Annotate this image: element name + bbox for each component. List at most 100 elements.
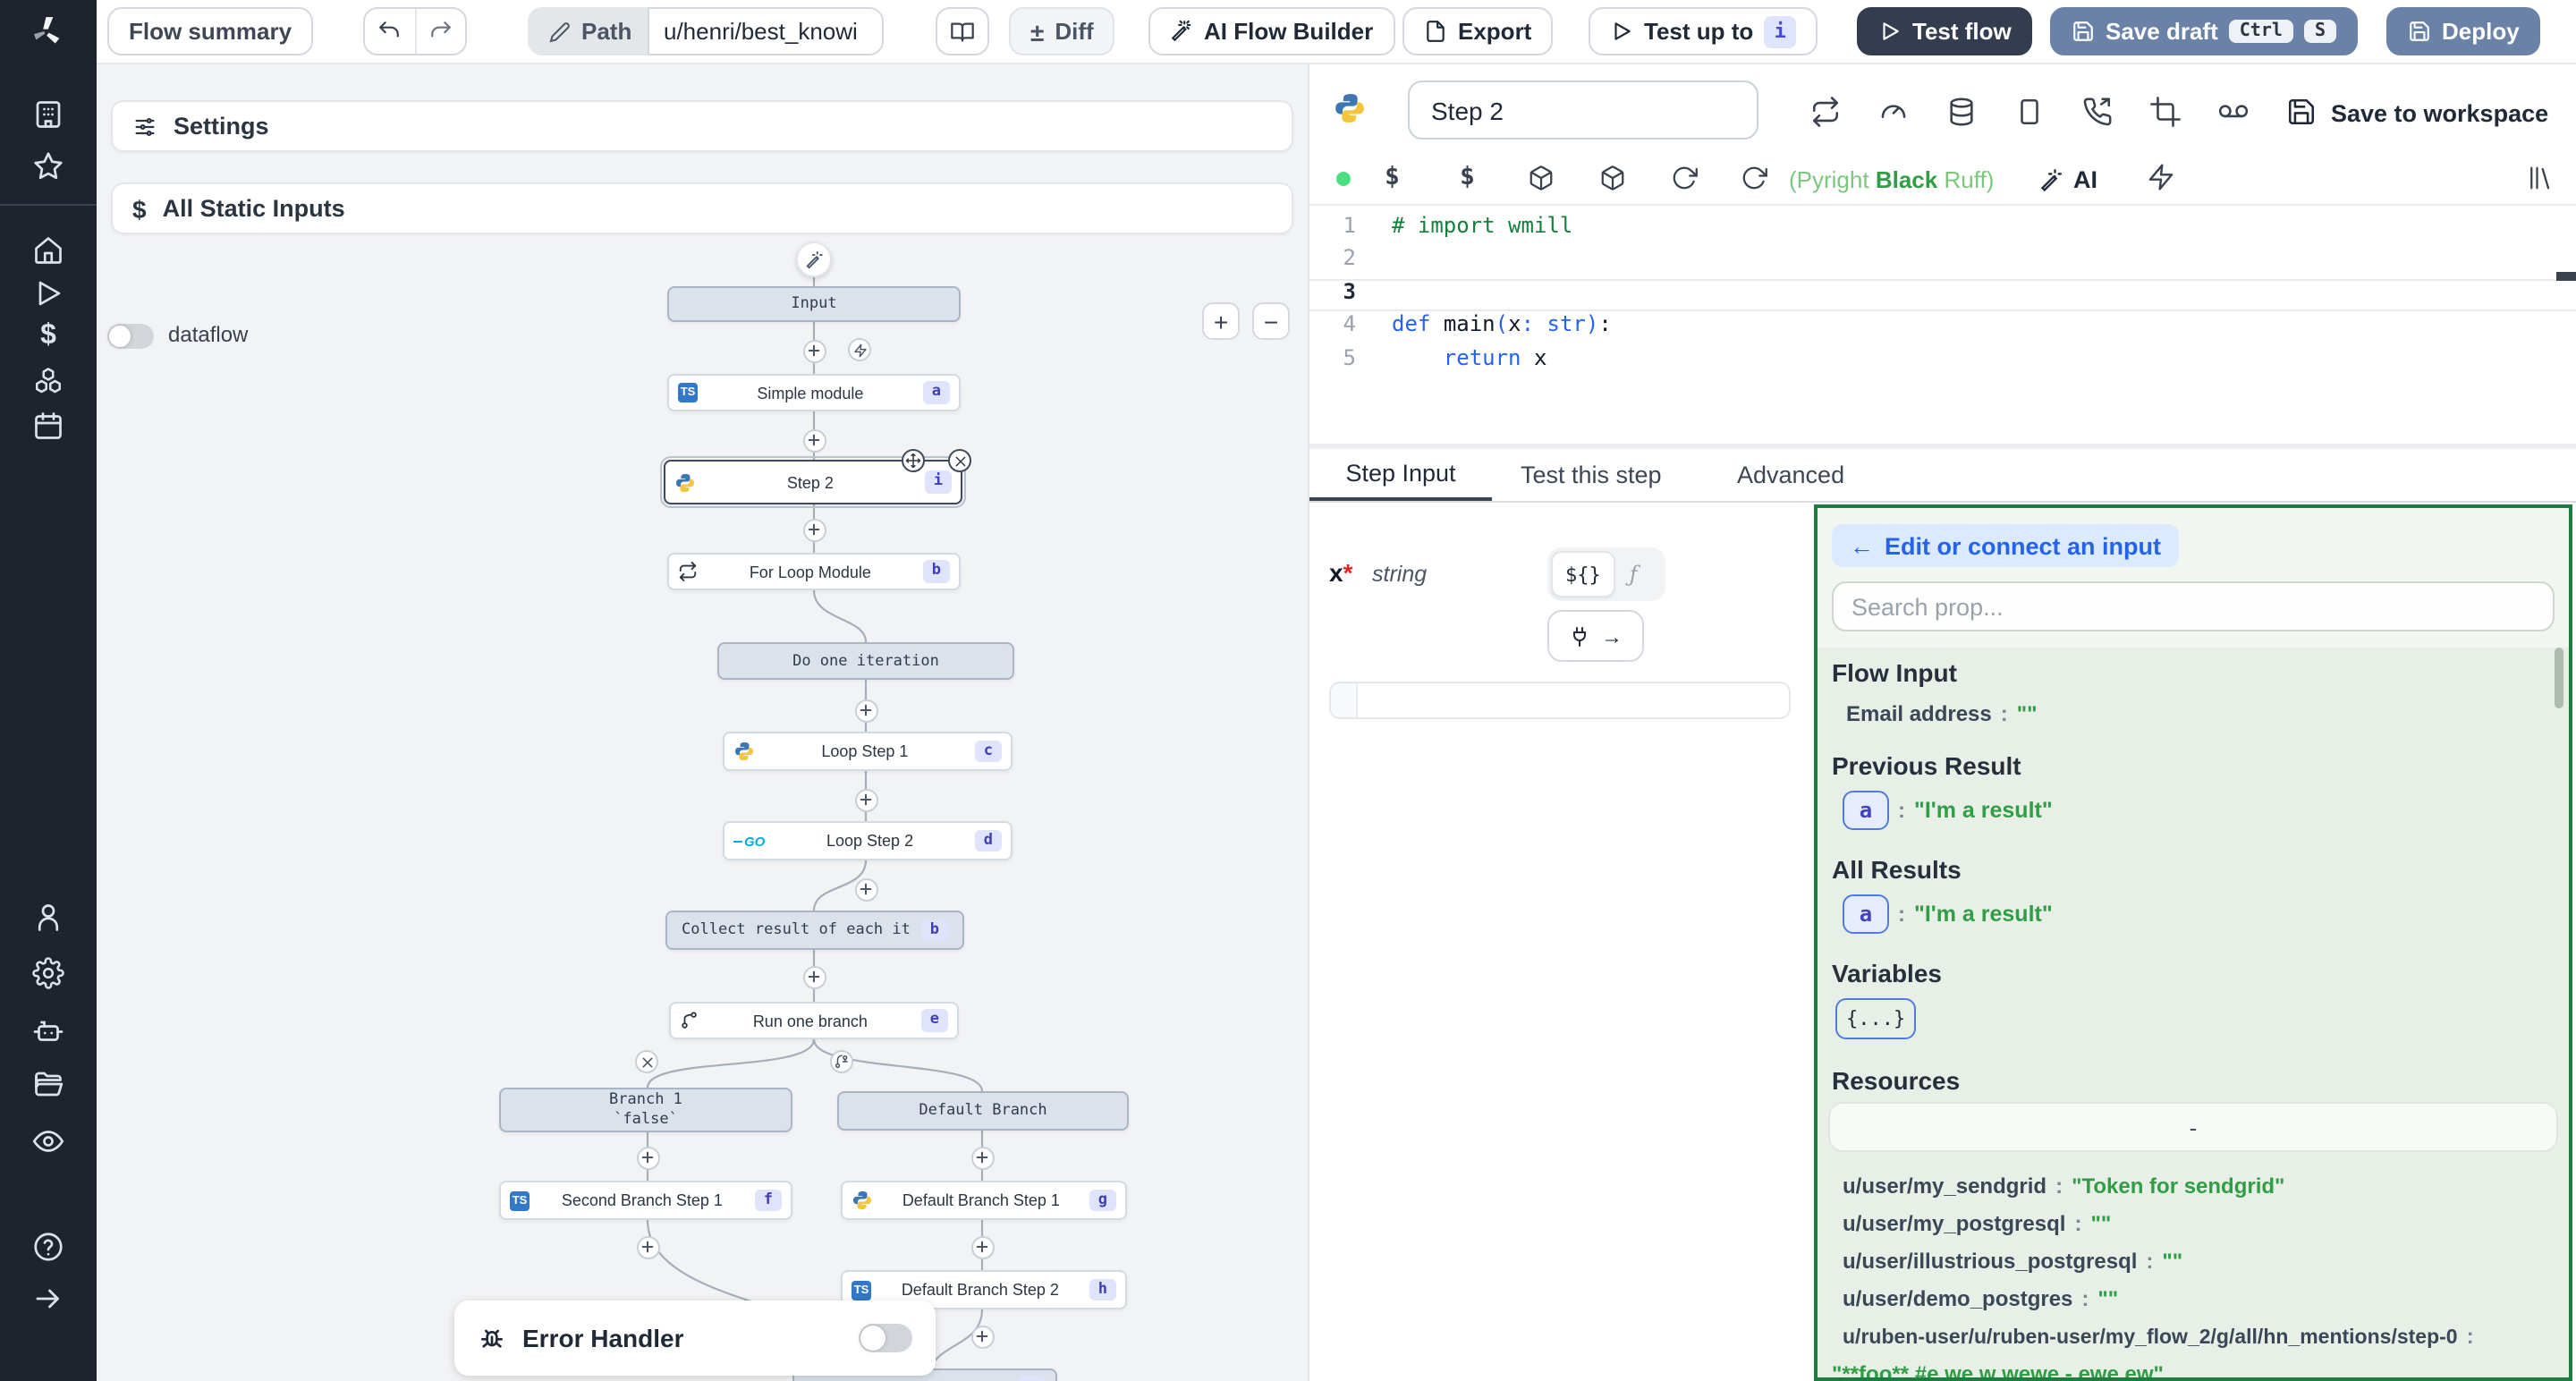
container-rect-icon[interactable] [2014, 97, 2045, 127]
add-branch-circle[interactable] [830, 1050, 853, 1073]
back-to-edit-button[interactable]: ← Edit or connect an input [1832, 524, 2179, 567]
node-input[interactable]: Input [667, 286, 961, 322]
node-second-branch-step-1[interactable]: TS Second Branch Step 1 f [499, 1181, 792, 1220]
sleep-crop-icon[interactable] [2150, 97, 2181, 127]
windmill-logo-icon[interactable] [30, 14, 63, 47]
deploy-button[interactable]: Deploy [2386, 7, 2541, 55]
resource-row[interactable]: u/user/illustrious_postgresql:"" [1843, 1245, 2182, 1277]
node-simple-module[interactable]: TS Simple module a [667, 374, 961, 411]
add-step-plus-button[interactable] [854, 699, 877, 722]
node-do-one-iteration[interactable]: Do one iteration [717, 642, 1014, 680]
node-for-loop[interactable]: For Loop Module b [667, 553, 961, 590]
timeout-gauge-icon[interactable] [1878, 97, 1909, 127]
expand-arrow-icon[interactable] [32, 1283, 64, 1315]
tab-advanced[interactable]: Advanced [1737, 449, 1844, 501]
save-to-workspace-label[interactable]: Save to workspace [2331, 100, 2548, 127]
add-step-plus-button[interactable] [970, 1235, 994, 1258]
template-mode-button[interactable]: ${} [1551, 551, 1615, 597]
users-person-icon[interactable] [32, 902, 64, 934]
move-step-handle[interactable] [902, 449, 925, 472]
package-icon[interactable] [1528, 165, 1555, 191]
settings-gear-icon[interactable] [32, 957, 64, 989]
phone-suspend-icon[interactable] [2082, 97, 2113, 127]
schedules-calendar-icon[interactable] [32, 410, 64, 442]
variables-dollar-icon[interactable]: $ [32, 320, 64, 352]
fx-mode-button[interactable]: ƒ [1619, 562, 1648, 587]
ai-assistant-button[interactable]: AI [2039, 166, 2097, 193]
add-step-plus-button[interactable] [802, 518, 826, 541]
add-step-plus-button[interactable] [970, 1146, 994, 1169]
flow-canvas[interactable]: Settings $ All Static Inputs dataflow + … [97, 63, 1308, 1381]
reload-icon[interactable] [1671, 165, 1698, 191]
arg-value-input[interactable] [1329, 682, 1791, 719]
tab-test-this-step[interactable]: Test this step [1521, 449, 1662, 501]
code-editor[interactable]: 1 2 3 4 5 # import wmill def main(x: str… [1309, 206, 2576, 444]
test-flow-button[interactable]: Test flow [1857, 7, 2033, 55]
tab-step-input[interactable]: Step Input [1309, 449, 1492, 501]
node-loop-step-2[interactable]: GO Loop Step 2 d [723, 821, 1013, 860]
ai-flow-builder-button[interactable]: AI Flow Builder [1148, 7, 1394, 55]
undo-icon[interactable] [365, 9, 416, 54]
add-step-plus-button[interactable] [854, 788, 877, 811]
test-up-to-button[interactable]: Test up to i [1589, 7, 1818, 55]
previous-result-row[interactable]: a : "I'm a result" [1843, 791, 2053, 830]
home-icon[interactable] [32, 234, 64, 267]
library-icon[interactable] [2526, 165, 2553, 191]
diff-button[interactable]: ± Diff [1009, 7, 1115, 55]
resource-row[interactable]: u/ruben-user/u/ruben-user/my_flow_2/g/al… [1843, 1320, 2483, 1352]
resource-row[interactable]: u/user/my_postgresql:"" [1843, 1207, 2111, 1240]
help-icon[interactable] [32, 1231, 64, 1263]
bolt-icon[interactable] [2147, 163, 2175, 191]
add-step-plus-button[interactable] [854, 877, 877, 901]
add-step-plus-button[interactable] [636, 1235, 659, 1258]
add-step-plus-button[interactable] [802, 965, 826, 988]
static-inputs-dollar-icon[interactable]: $ [1385, 163, 1400, 191]
resource-row[interactable]: u/user/demo_postgres:"" [1843, 1283, 2118, 1315]
cache-repeat-icon[interactable] [1810, 97, 1841, 127]
add-step-plus-button[interactable] [970, 1325, 994, 1348]
node-default-branch-step-1[interactable]: Default Branch Step 1 g [841, 1181, 1127, 1220]
zoom-in-button[interactable]: + [1202, 302, 1240, 340]
delete-step-button[interactable] [948, 449, 971, 472]
export-button[interactable]: Export [1402, 7, 1553, 55]
database-icon[interactable] [1946, 97, 1977, 127]
all-results-row[interactable]: a : "I'm a result" [1843, 894, 2053, 934]
step-name-input[interactable]: Step 2 [1408, 80, 1758, 140]
flow-input-row[interactable]: Email address:"" [1846, 698, 2038, 730]
node-collect-result[interactable]: Collect result of each iteration b [665, 911, 964, 950]
connect-input-button[interactable]: → [1547, 610, 1644, 662]
workers-robot-icon[interactable] [32, 1014, 64, 1046]
path-input[interactable]: u/henri/best_knowi [648, 7, 884, 55]
runs-play-icon[interactable] [32, 277, 64, 309]
resource-row-value[interactable]: "**foo** #e we w wewe - ewe ew" [1832, 1358, 2164, 1381]
resource-row[interactable]: u/user/my_sendgrid:"Token for sendgrid" [1843, 1170, 2284, 1202]
scrollbar-thumb[interactable] [2555, 648, 2563, 708]
add-step-plus-button[interactable] [802, 428, 826, 452]
save-draft-button[interactable]: Save draft Ctrl S [2050, 7, 2358, 55]
node-loop-step-1[interactable]: Loop Step 1 c [723, 732, 1013, 771]
workspace-icon[interactable] [32, 98, 64, 131]
resources-filter-box[interactable]: - [1828, 1102, 2558, 1152]
redo-icon[interactable] [416, 9, 465, 54]
variables-chip[interactable]: {...} [1835, 998, 1916, 1039]
search-prop-input[interactable]: Search prop... [1832, 581, 2555, 631]
folders-icon[interactable] [32, 1068, 64, 1100]
error-handler-toggle[interactable] [859, 1324, 912, 1352]
add-step-plus-button[interactable] [802, 339, 826, 362]
flow-summary-button[interactable]: Flow summary [107, 7, 313, 55]
trigger-bolt-circle[interactable] [848, 338, 871, 361]
add-step-plus-button[interactable] [636, 1146, 659, 1169]
branch-x-circle[interactable] [635, 1050, 658, 1073]
favorites-star-icon[interactable] [32, 150, 64, 182]
save-to-workspace-icon[interactable] [2286, 97, 2317, 127]
error-handler-card[interactable]: Error Handler [454, 1301, 936, 1376]
node-branch-1[interactable]: Branch 1 `false` [499, 1088, 792, 1132]
package-icon[interactable] [1599, 165, 1626, 191]
node-default-branch[interactable]: Default Branch [837, 1091, 1129, 1131]
voicemail-icon[interactable] [2218, 97, 2249, 127]
audit-eye-icon[interactable] [32, 1125, 64, 1157]
node-run-one-branch[interactable]: Run one branch e [669, 1002, 959, 1039]
resources-cubes-icon[interactable] [32, 365, 64, 397]
zoom-out-button[interactable]: − [1252, 302, 1290, 340]
variables-dollar-icon[interactable]: $ [1460, 163, 1475, 191]
